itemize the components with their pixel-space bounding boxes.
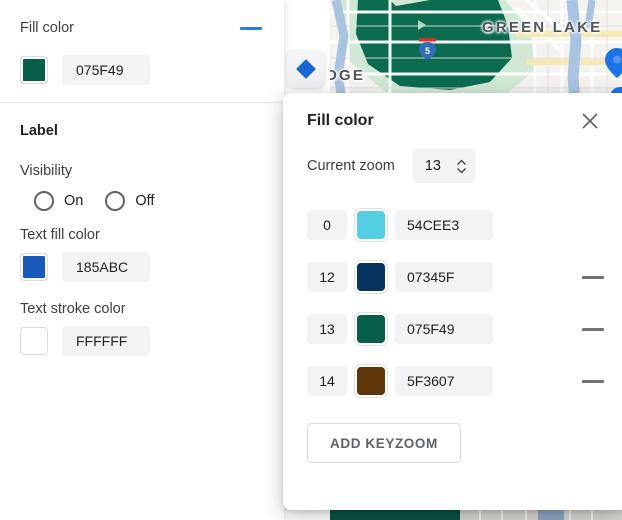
current-zoom-row: Current zoom 13 [283, 135, 622, 189]
dialog-header: Fill color [283, 93, 622, 135]
radio-visibility-off-label: Off [135, 193, 155, 209]
label-header: Label [20, 103, 264, 151]
add-keyzoom-button[interactable]: ADD KEYZOOM [307, 423, 461, 463]
fill-color-row: 075F49 [20, 48, 264, 92]
keyzoom-color-input[interactable]: 075F49 [395, 314, 493, 344]
text-stroke-color-label: Text stroke color [20, 301, 126, 317]
keyzoom-color-swatch[interactable] [357, 263, 385, 291]
text-fill-color-row: 185ABC [20, 245, 264, 289]
remove-keyzoom-icon[interactable] [582, 379, 604, 383]
chevron-down-icon[interactable] [456, 167, 467, 174]
current-zoom-label: Current zoom [307, 158, 395, 174]
map-label-green-lake: GREEN LAKE [482, 19, 603, 36]
current-zoom-stepper[interactable]: 13 [412, 149, 475, 183]
visibility-label: Visibility [20, 163, 73, 179]
text-stroke-color-row: FFFFFF [20, 319, 264, 363]
keyzoom-row: 0 54CEE3 [283, 199, 622, 251]
text-fill-color-swatch[interactable] [20, 253, 48, 281]
diamond-icon [296, 59, 316, 79]
stepper-arrows [456, 159, 467, 174]
text-fill-color-input[interactable]: 185ABC [62, 252, 150, 282]
keyzoom-toggle-button[interactable] [287, 50, 325, 88]
keyzoom-color-input[interactable]: 54CEE3 [395, 210, 493, 240]
keyzoom-row: 12 07345F [283, 251, 622, 303]
keyzoom-color-swatch[interactable] [357, 315, 385, 343]
current-zoom-value[interactable]: 13 [425, 158, 441, 174]
text-fill-color-label: Text fill color [20, 227, 100, 243]
keyzoom-color-swatch[interactable] [357, 367, 385, 395]
map-label-dge: DGE [330, 67, 366, 84]
label-section: Label Visibility On Off Text fill color … [0, 103, 284, 363]
style-editor-panel: Fill color 075F49 Label Visibility On Of… [0, 0, 284, 520]
text-stroke-color-swatch[interactable] [20, 327, 48, 355]
fill-color-section: Fill color 075F49 [0, 0, 284, 92]
keyzoom-level-input[interactable]: 13 [307, 314, 347, 344]
keyzoom-level-input[interactable]: 14 [307, 366, 347, 396]
text-stroke-color-input[interactable]: FFFFFF [62, 326, 150, 356]
highway-shield-icon: 5 [419, 38, 436, 60]
fill-color-dialog: Fill color Current zoom 13 0 54CEE3 12 0… [283, 93, 622, 510]
keyzoom-row: 14 5F3607 [283, 355, 622, 407]
fill-color-input[interactable]: 075F49 [62, 55, 150, 85]
keyzoom-color-swatch[interactable] [357, 211, 385, 239]
radio-visibility-on-label: On [64, 193, 84, 209]
keyzoom-level-input[interactable]: 0 [307, 210, 347, 240]
close-icon[interactable] [580, 111, 600, 131]
visibility-radio-group: On Off [20, 181, 264, 215]
fill-color-header: Fill color [20, 0, 264, 48]
fill-color-swatch[interactable] [20, 56, 48, 84]
keyzoom-color-input[interactable]: 5F3607 [395, 366, 493, 396]
dialog-title: Fill color [307, 112, 374, 129]
radio-visibility-off[interactable] [105, 191, 126, 211]
keyzoom-row: 13 075F49 [283, 303, 622, 355]
fill-color-title: Fill color [20, 20, 74, 36]
keyzoom-color-input[interactable]: 07345F [395, 262, 493, 292]
remove-keyzoom-icon[interactable] [582, 275, 604, 279]
keyzoom-list: 0 54CEE3 12 07345F 13 075F49 14 5F3607 [283, 189, 622, 407]
label-section-title: Label [20, 123, 58, 139]
map-pin-icon[interactable] [604, 47, 622, 79]
remove-keyzoom-icon[interactable] [582, 327, 604, 331]
svg-text:5: 5 [425, 46, 430, 56]
minus-icon[interactable] [240, 26, 262, 30]
radio-visibility-on[interactable] [34, 191, 54, 211]
keyzoom-level-input[interactable]: 12 [307, 262, 347, 292]
chevron-up-icon[interactable] [456, 159, 467, 166]
